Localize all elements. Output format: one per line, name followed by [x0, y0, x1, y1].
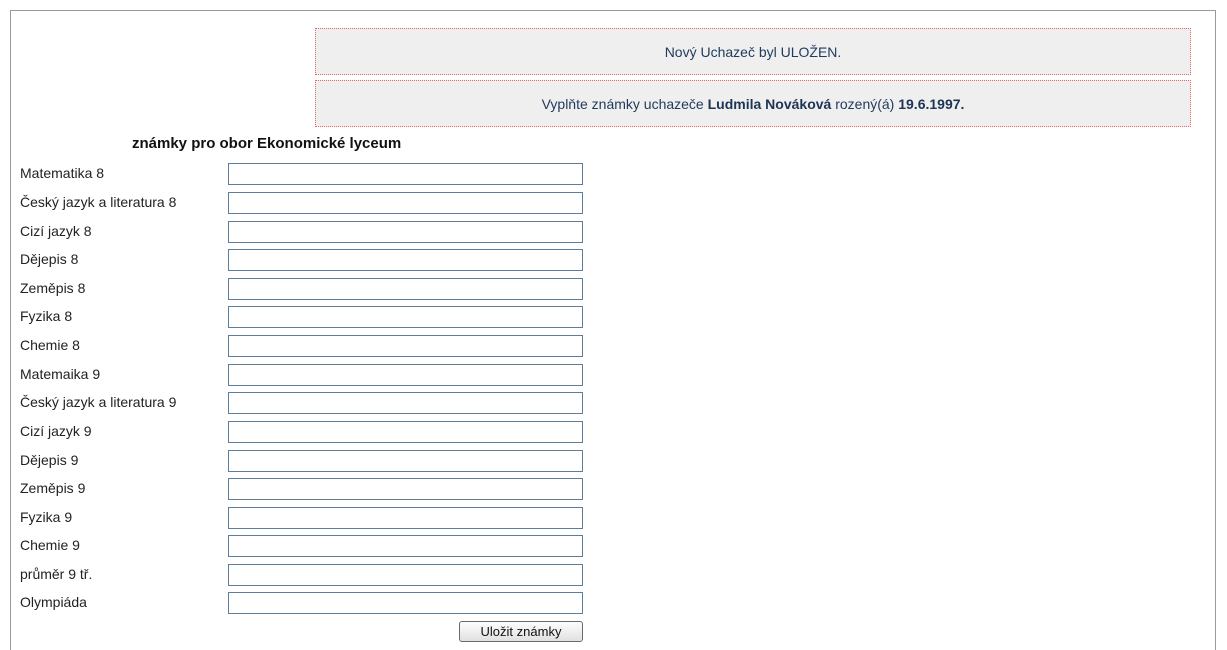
field-label: Chemie 8	[20, 337, 80, 353]
birth-date: 19.6.1997.	[898, 96, 965, 112]
grade-input-dejepis-9[interactable]	[228, 450, 583, 472]
field-label: Cizí jazyk 9	[20, 423, 92, 439]
grade-input-cizi-jazyk-9[interactable]	[228, 421, 583, 443]
field-label: Dějepis 9	[20, 452, 79, 468]
field-label: Český jazyk a literatura 8	[20, 194, 177, 210]
saved-message-text: Nový Uchazeč byl ULOŽEN.	[664, 44, 842, 60]
candidate-name: Ludmila Nováková	[707, 96, 832, 112]
field-label: Matemaika 9	[20, 366, 101, 382]
saved-message: Nový Uchazeč byl ULOŽEN.	[315, 28, 1191, 75]
grade-input-matematika-8[interactable]	[228, 163, 583, 185]
field-label: průměr 9 tř.	[20, 566, 93, 582]
grade-input-olympiada[interactable]	[228, 592, 583, 614]
field-label: Chemie 9	[20, 537, 80, 553]
grade-input-fyzika-8[interactable]	[228, 306, 583, 328]
field-label: Zeměpis 8	[20, 280, 86, 296]
grade-input-cizi-jazyk-8[interactable]	[228, 221, 583, 243]
grade-input-prumer-9[interactable]	[228, 564, 583, 586]
grade-input-chemie-8[interactable]	[228, 335, 583, 357]
grade-input-cesky-jazyk-9[interactable]	[228, 392, 583, 414]
grade-input-cesky-jazyk-8[interactable]	[228, 192, 583, 214]
field-label: Matematika 8	[20, 165, 105, 181]
grade-input-matematika-9[interactable]	[228, 364, 583, 386]
field-label: Fyzika 9	[20, 509, 73, 525]
grade-input-fyzika-9[interactable]	[228, 507, 583, 529]
field-label: Zeměpis 9	[20, 480, 86, 496]
field-label: Cizí jazyk 8	[20, 223, 92, 239]
form-heading: známky pro obor Ekonomické lyceum	[132, 135, 402, 152]
fill-prefix-text: Vyplňte známky uchazeče	[541, 96, 704, 112]
field-label: Český jazyk a literatura 9	[20, 394, 177, 410]
grade-input-zemepis-8[interactable]	[228, 278, 583, 300]
field-label: Dějepis 8	[20, 251, 79, 267]
field-label: Fyzika 8	[20, 308, 73, 324]
field-label: Olympiáda	[20, 594, 87, 610]
save-grades-button[interactable]: Uložit známky	[459, 621, 583, 642]
grade-input-chemie-9[interactable]	[228, 535, 583, 557]
grade-input-dejepis-8[interactable]	[228, 249, 583, 271]
fill-grades-message: Vyplňte známky uchazeče Ludmila Nováková…	[315, 80, 1191, 127]
grade-input-zemepis-9[interactable]	[228, 478, 583, 500]
born-label: rozený(á)	[835, 96, 895, 112]
